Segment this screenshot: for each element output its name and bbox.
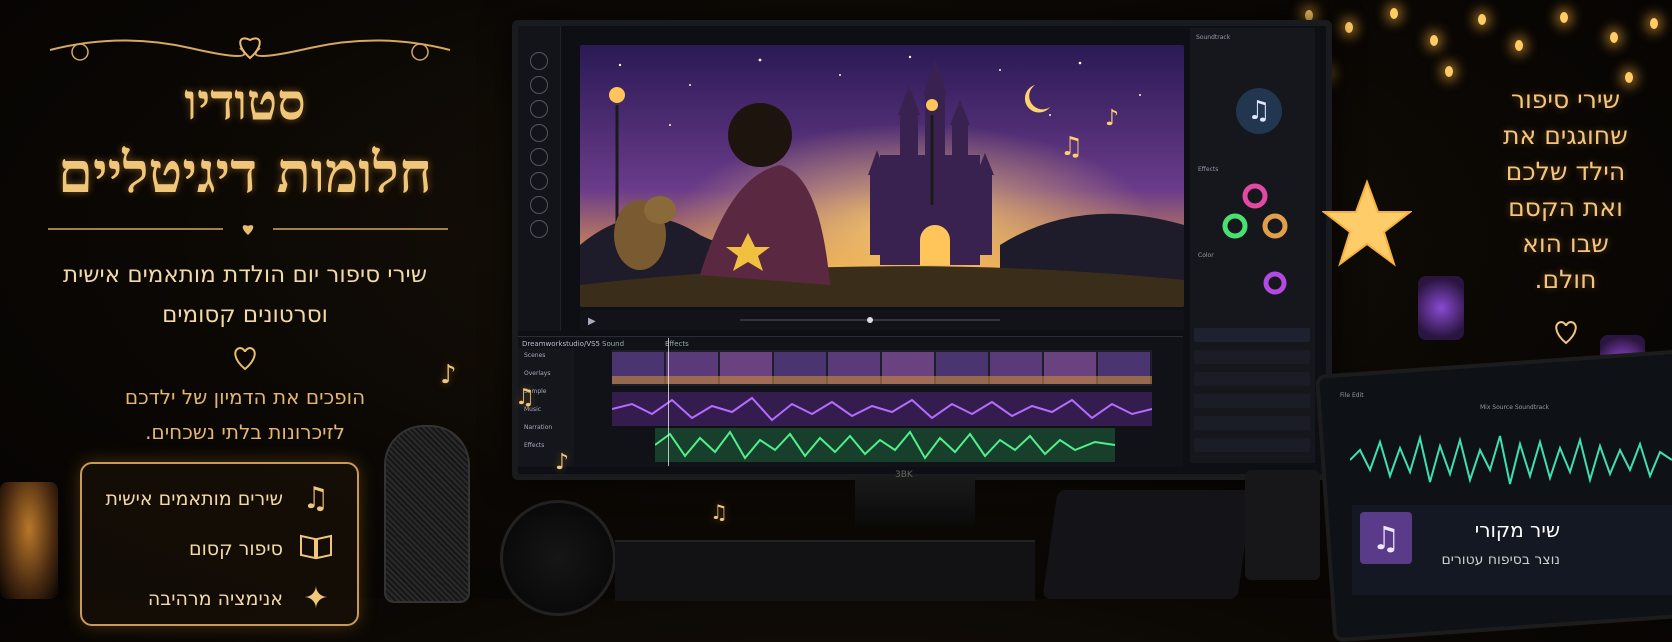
song-subtitle: נוצר בסיפוח עטורים xyxy=(1441,552,1560,568)
cut-tool-icon[interactable] xyxy=(530,76,548,94)
pad-controller xyxy=(1042,490,1253,599)
transition-tool-icon[interactable] xyxy=(530,196,548,214)
speaker xyxy=(1245,470,1320,580)
editor-toolbar xyxy=(518,26,561,331)
mixer-console xyxy=(615,540,1035,601)
purple-jar xyxy=(1418,276,1464,340)
music-note-icon: ♫ xyxy=(515,385,535,410)
waveform-display xyxy=(1350,434,1672,485)
heart-divider xyxy=(48,225,448,235)
list-row[interactable] xyxy=(1194,394,1310,408)
music-note-icon: ♪ xyxy=(440,360,457,390)
monitor-stand xyxy=(855,476,975,526)
video-track[interactable] xyxy=(612,350,1152,386)
effects-tool-icon[interactable] xyxy=(530,124,548,142)
lantern-decor xyxy=(0,482,58,599)
tagline-line: שבו הוא xyxy=(1522,229,1609,258)
track-name[interactable]: Scenes xyxy=(524,352,545,359)
tab-sound[interactable]: Sound xyxy=(602,340,624,348)
sparkle-icon: ✦ xyxy=(303,581,329,616)
music-note-icon: ♫ xyxy=(710,500,728,524)
subtitle-line2: וסרטונים קסומים xyxy=(162,302,328,328)
tagline-line: חולם. xyxy=(1534,265,1597,294)
heart-icon xyxy=(234,346,256,371)
list-row[interactable] xyxy=(1194,372,1310,386)
track-name[interactable]: Overlays xyxy=(524,370,550,377)
open-book-icon xyxy=(297,532,335,566)
svg-text:♫: ♫ xyxy=(1060,132,1083,162)
tagline: שירי סיפור שחוגגים את הילד שלכם ואת הקסם… xyxy=(1478,82,1653,298)
tagline-line: ואת הקסם xyxy=(1508,193,1623,222)
feature-label: שירים מותאמים אישית xyxy=(105,488,283,510)
song-title: שיר מקורי xyxy=(1474,518,1560,542)
list-row[interactable] xyxy=(1194,328,1310,342)
tagline-line: שירי סיפור xyxy=(1510,85,1621,114)
features-card: ♫ שירים מותאמים אישית סיפור קסום ✦ אנימצ… xyxy=(80,462,359,626)
feature-item: ♫ שירים מותאמים אישית xyxy=(105,482,335,516)
panel-heading: Effects xyxy=(1198,166,1219,173)
tagline-line: שחוגגים את xyxy=(1503,121,1628,150)
feature-label: אנימציה מרהיבה xyxy=(147,588,283,610)
music-note-icon: ♫ xyxy=(302,481,330,516)
fairytale-scene: ♫ ♪ xyxy=(580,45,1184,307)
monitor-brand: 3BK xyxy=(895,470,913,480)
list-row[interactable] xyxy=(1194,416,1310,430)
select-tool-icon[interactable] xyxy=(530,52,548,70)
ornament-divider-top xyxy=(49,37,451,61)
description-line1: הופכים את הדמיון של ילדכם xyxy=(124,385,366,409)
tablet-menu[interactable]: File Edit xyxy=(1340,392,1364,399)
heart-icon xyxy=(1555,320,1577,345)
tablet-player xyxy=(1315,347,1672,642)
svg-text:♪: ♪ xyxy=(1105,106,1119,131)
project-name: Dreamworkstudio/VS5 xyxy=(522,340,601,348)
audio-tool-icon[interactable] xyxy=(530,148,548,166)
transport-bar[interactable]: ▶ xyxy=(580,310,1184,330)
music-thumbnail-icon[interactable]: ♫ xyxy=(1236,88,1282,134)
tagline-line: הילד שלכם xyxy=(1505,157,1626,186)
export-tool-icon[interactable] xyxy=(530,220,548,238)
narration-audio-track[interactable] xyxy=(654,428,1116,462)
color-tool-icon[interactable] xyxy=(530,172,548,190)
feature-item: ✦ אנימציה מרהיבה xyxy=(148,582,335,616)
brand-title-line1: סטודיו xyxy=(184,72,306,131)
list-row[interactable] xyxy=(1194,350,1310,364)
play-icon[interactable]: ▶ xyxy=(588,316,596,327)
text-tool-icon[interactable] xyxy=(530,100,548,118)
star-lamp xyxy=(1322,179,1412,267)
track-name[interactable]: Effects xyxy=(524,442,544,449)
feature-item: סיפור קסום xyxy=(189,532,335,566)
color-wheels[interactable] xyxy=(1220,178,1290,248)
panel-heading: Color xyxy=(1198,252,1214,259)
music-note-icon: ♫ xyxy=(1360,512,1412,564)
video-preview[interactable]: ♫ ♪ xyxy=(580,45,1184,307)
color-wheel-small[interactable] xyxy=(1260,268,1290,298)
music-audio-track[interactable] xyxy=(611,392,1153,426)
microphone-decor xyxy=(384,425,470,603)
tablet-menu[interactable]: Mix Source Soundtrack xyxy=(1480,404,1549,411)
track-name[interactable]: Narration xyxy=(524,424,552,431)
panel-heading: Soundtrack xyxy=(1196,34,1231,41)
list-row[interactable] xyxy=(1194,438,1310,452)
subtitle-line1: שירי סיפור יום הולדת מותאמים אישית xyxy=(63,262,427,288)
scrubber-handle[interactable] xyxy=(867,317,873,323)
music-note-icon: ♪ xyxy=(555,450,570,475)
brand-title-line2: חלומות דיגיטליים xyxy=(58,140,432,206)
feature-label: סיפור קסום xyxy=(189,538,283,560)
playhead[interactable] xyxy=(668,338,669,466)
